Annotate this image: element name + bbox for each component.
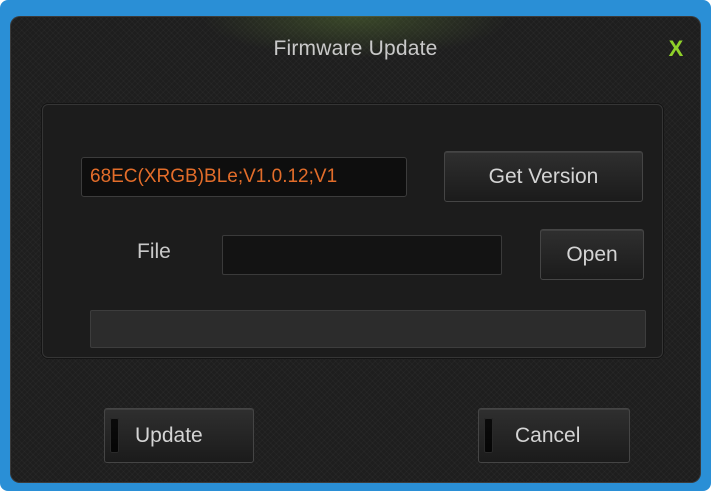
close-icon[interactable]: X <box>664 37 688 61</box>
led-indicator <box>484 418 493 453</box>
cancel-button-label: Cancel <box>515 424 581 447</box>
dialog-title: Firmware Update <box>273 37 438 60</box>
open-button[interactable]: Open <box>540 229 644 280</box>
update-button[interactable]: Update <box>104 408 254 463</box>
get-version-button[interactable]: Get Version <box>444 151 643 202</box>
file-label: File <box>137 240 171 263</box>
update-progress-bar <box>90 310 646 348</box>
title-bar: Firmware Update X <box>10 16 701 76</box>
led-indicator <box>110 418 119 453</box>
window-frame: Firmware Update X 68EC(XRGB)BLe;V1.0.12;… <box>0 0 711 491</box>
cancel-button[interactable]: Cancel <box>478 408 630 463</box>
file-path-input[interactable] <box>222 235 502 275</box>
update-button-label: Update <box>135 424 203 447</box>
version-display: 68EC(XRGB)BLe;V1.0.12;V1 <box>81 157 407 197</box>
